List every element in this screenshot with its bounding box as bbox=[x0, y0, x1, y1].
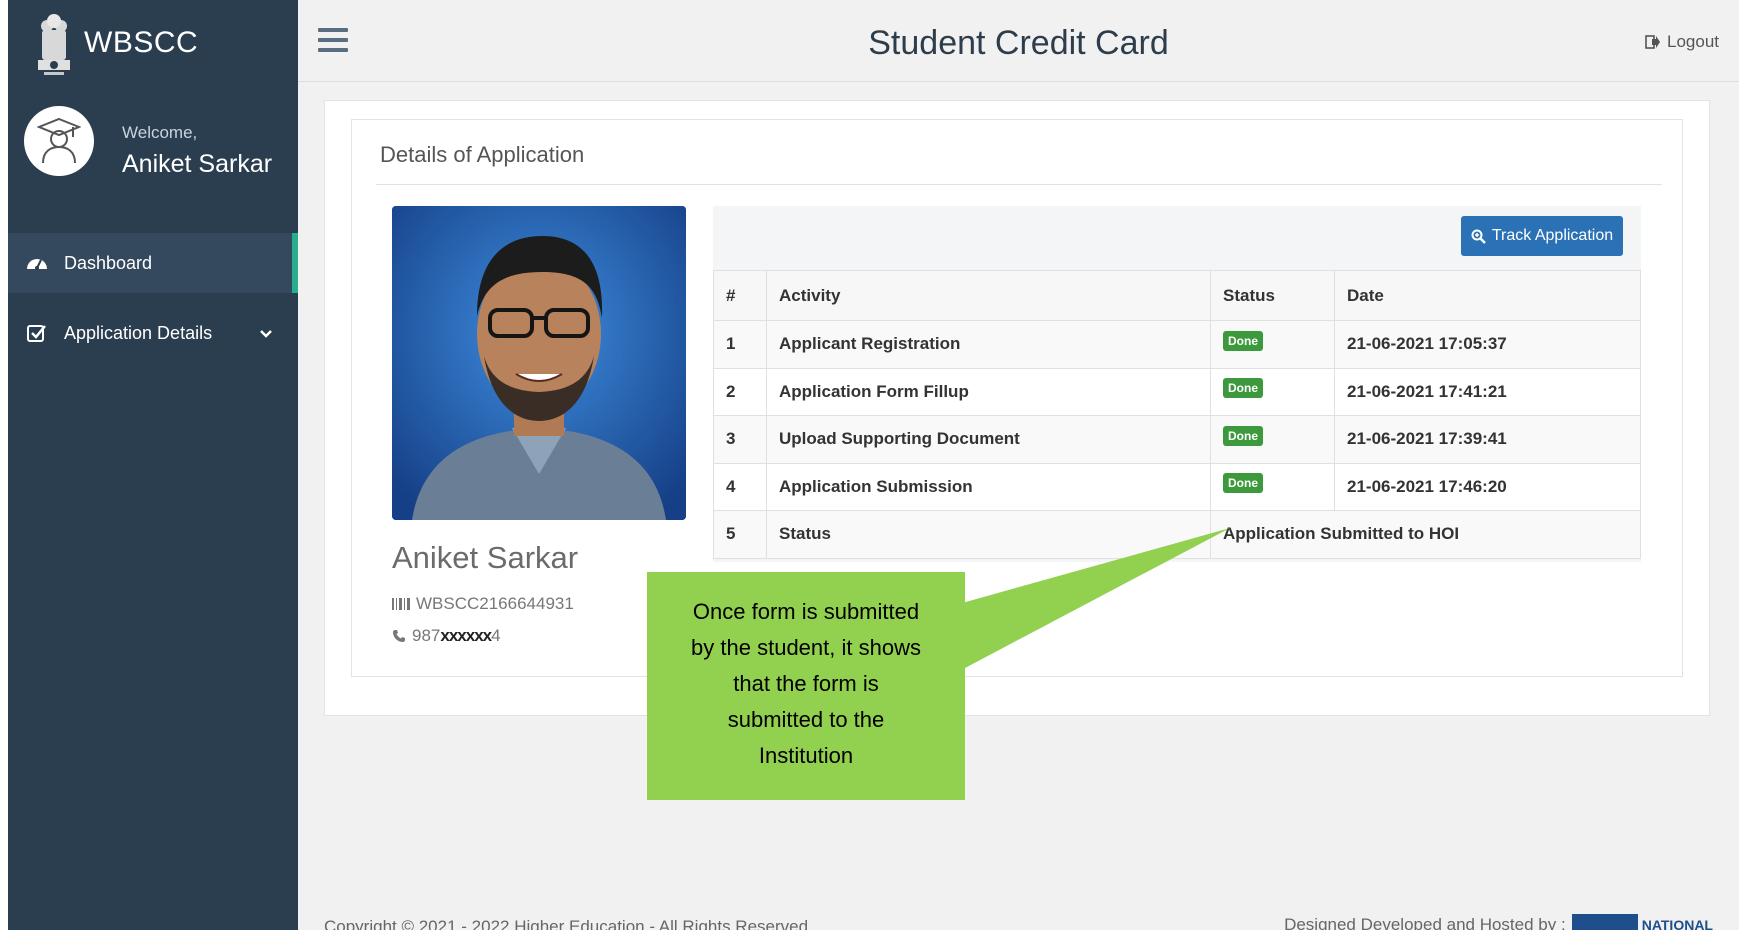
callout-line: by the student, it shows bbox=[691, 635, 921, 660]
brand-name: WBSCC bbox=[84, 26, 199, 59]
row-status: Done bbox=[1210, 367, 1335, 416]
sidebar-item-application-details[interactable]: Application Details bbox=[8, 303, 298, 363]
activity-table: # Activity Status Date 1 Applicant Regis… bbox=[713, 270, 1641, 559]
row-activity: Applicant Registration bbox=[766, 320, 1211, 369]
user-panel: Welcome, Aniket Sarkar bbox=[8, 88, 298, 218]
footer-credit: Designed Developed and Hosted by : NATIO… bbox=[1284, 914, 1713, 930]
row-date: 21-06-2021 17:41:21 bbox=[1334, 367, 1641, 416]
row-status: Done bbox=[1210, 415, 1335, 464]
annotation-callout: Once form is submitted by the student, i… bbox=[647, 572, 965, 800]
row-activity: Upload Supporting Document bbox=[766, 415, 1211, 464]
column-header-number: # bbox=[713, 270, 767, 321]
column-header-status: Status bbox=[1210, 270, 1335, 321]
profile-phone: 987xxxxxx4 bbox=[392, 626, 501, 646]
status-badge: Done bbox=[1223, 425, 1263, 446]
state-emblem-icon bbox=[38, 14, 70, 75]
table-row: 4 Application Submission Done 21-06-2021… bbox=[713, 462, 1641, 511]
logout-link[interactable]: Logout bbox=[1645, 32, 1719, 52]
phone-icon bbox=[393, 630, 405, 642]
user-name: Aniket Sarkar bbox=[122, 150, 273, 178]
column-header-activity: Activity bbox=[766, 270, 1211, 321]
callout-line: Once form is submitted bbox=[692, 599, 920, 624]
row-date: 21-06-2021 17:39:41 bbox=[1334, 415, 1641, 464]
graduate-avatar-icon bbox=[37, 117, 81, 164]
sidebar: WBSCC Welcome, Aniket Sarkar Dashboard A… bbox=[8, 0, 298, 930]
column-header-date: Date bbox=[1334, 270, 1641, 321]
callout-line: submitted to the bbox=[727, 707, 885, 732]
table-row: 2 Application Form Fillup Done 21-06-202… bbox=[713, 367, 1641, 416]
footer-copyright: Copyright © 2021 - 2022 Higher Education… bbox=[324, 917, 809, 930]
profile-photo bbox=[392, 206, 686, 520]
barcode-icon bbox=[392, 598, 410, 610]
row-activity: Status bbox=[766, 510, 1211, 559]
row-status: Done bbox=[1210, 462, 1335, 511]
activity-panel: Track Application # Activity Status Date bbox=[713, 206, 1641, 562]
logout-icon bbox=[1645, 35, 1660, 49]
sidebar-item-dashboard[interactable]: Dashboard bbox=[8, 233, 298, 293]
nic-logo-mark bbox=[1571, 914, 1638, 930]
nic-logo-text: NATIONAL bbox=[1641, 917, 1713, 930]
logout-label: Logout bbox=[1667, 32, 1719, 51]
row-number: 1 bbox=[713, 320, 767, 369]
phone-prefix: 987 bbox=[412, 626, 441, 645]
callout-line: Institution bbox=[758, 743, 854, 768]
card-heading: Details of Application bbox=[380, 142, 585, 167]
profile-id: WBSCC2166644931 bbox=[392, 594, 574, 614]
application-card: Details of Application Aniket Sarkar WBS… bbox=[351, 119, 1683, 677]
table-row: 3 Upload Supporting Document Done 21-06-… bbox=[713, 415, 1641, 464]
divider bbox=[376, 184, 1662, 185]
avatar bbox=[24, 106, 94, 176]
table-header-row: # Activity Status Date bbox=[713, 270, 1641, 321]
callout-line: that the form is bbox=[733, 671, 879, 696]
status-badge: Done bbox=[1223, 473, 1263, 493]
row-activity: Application Submission bbox=[766, 462, 1211, 511]
page-title: Student Credit Card bbox=[868, 24, 1169, 62]
row-date: 21-06-2021 17:46:20 bbox=[1334, 462, 1641, 511]
phone-suffix: 4 bbox=[491, 626, 501, 645]
status-badge: Done bbox=[1223, 330, 1263, 351]
application-status-text: Application Submitted to HOI bbox=[1210, 510, 1641, 559]
row-status: Done bbox=[1210, 320, 1335, 369]
sidebar-item-label: Dashboard bbox=[64, 252, 153, 273]
table-row: 1 Applicant Registration Done 21-06-2021… bbox=[713, 320, 1641, 369]
row-date: 21-06-2021 17:05:37 bbox=[1334, 320, 1641, 369]
brand[interactable]: WBSCC bbox=[8, 0, 298, 88]
row-number: 2 bbox=[713, 367, 767, 416]
table-row: 5 Status Application Submitted to HOI bbox=[713, 510, 1641, 559]
content-panel: Details of Application Aniket Sarkar WBS… bbox=[324, 100, 1710, 716]
main-content: Details of Application Aniket Sarkar WBS… bbox=[298, 82, 1739, 930]
registration-number: WBSCC2166644931 bbox=[416, 594, 574, 613]
footer-designed-by: Designed Developed and Hosted by : bbox=[1284, 915, 1566, 930]
nic-logo[interactable]: NATIONAL bbox=[1571, 914, 1713, 930]
chevron-down-icon[interactable] bbox=[260, 325, 272, 341]
dashboard-icon bbox=[26, 252, 48, 274]
search-icon bbox=[1471, 229, 1486, 244]
profile-name: Aniket Sarkar bbox=[392, 540, 579, 575]
track-application-label: Track Application bbox=[1491, 227, 1614, 244]
row-activity: Application Form Fillup bbox=[766, 367, 1211, 416]
row-number: 4 bbox=[713, 462, 767, 511]
welcome-label: Welcome, bbox=[122, 123, 198, 142]
row-number: 3 bbox=[713, 415, 767, 464]
row-number: 5 bbox=[713, 510, 767, 559]
checkbox-icon bbox=[26, 322, 48, 344]
track-application-button[interactable]: Track Application bbox=[1461, 216, 1623, 256]
sidebar-item-label: Application Details bbox=[64, 322, 213, 343]
status-badge: Done bbox=[1223, 378, 1263, 398]
phone-masked: xxxxxx bbox=[440, 626, 492, 645]
header: Student Credit Card Logout bbox=[298, 0, 1739, 82]
